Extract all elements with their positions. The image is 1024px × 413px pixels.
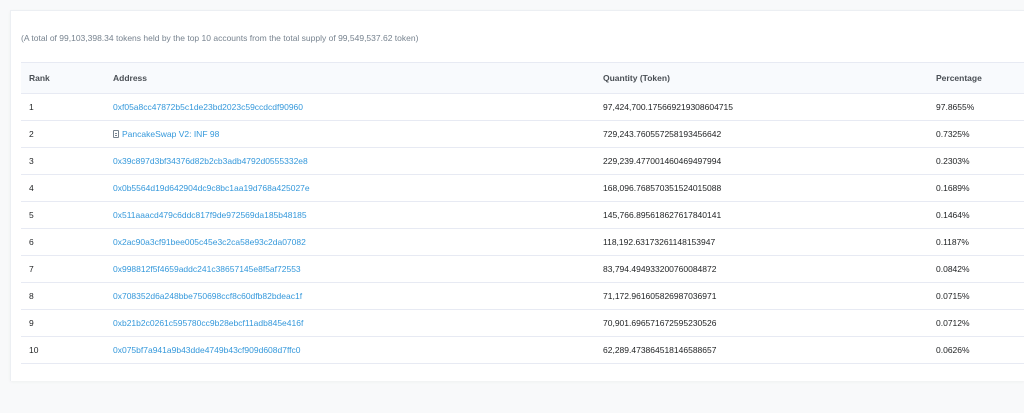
address-cell: 0x998812f5f4659addc241c38657145e8f5af725… xyxy=(113,255,603,283)
percentage-cell: 0.1464% xyxy=(936,201,1024,229)
table-body: 1 0xf05a8cc47872b5c1de23bd2023c59ccdcdf90… xyxy=(21,93,1024,364)
percentage-cell: 0.0715% xyxy=(936,282,1024,310)
table-row: 7 0x998812f5f4659addc241c38657145e8f5af72… xyxy=(21,255,1024,283)
table-row: 2 PancakeSwap V2: INF 98 729,243.760557258… xyxy=(21,120,1024,148)
rank-column-header: Rank xyxy=(21,62,113,94)
address-cell: 0x511aaacd479c6ddc817f9de972569da185b481… xyxy=(113,201,603,229)
holder-address-link[interactable]: 0x075bf7a941a9b43dde4749b43cf909d608d7ff… xyxy=(113,345,301,355)
header-row: Rank Address Quantity (Token) Percentage xyxy=(21,62,1024,94)
percentage-cell: 0.7325% xyxy=(936,120,1024,148)
quantity-cell: 145,766.895618627617840141 xyxy=(603,201,936,229)
percentage-cell: 97.8655% xyxy=(936,93,1024,121)
holder-address-link[interactable]: 0x0b5564d19d642904dc9c8bc1aa19d768a42502… xyxy=(113,183,310,193)
quantity-cell: 70,901.696571672595230526 xyxy=(603,309,936,337)
quantity-cell: 229,239.477001460469497994 xyxy=(603,147,936,175)
rank-cell: 7 xyxy=(21,255,113,283)
address-cell: 0x708352d6a248bbe750698ccf8c60dfb82bdeac… xyxy=(113,282,603,310)
address-cell: 0x0b5564d19d642904dc9c8bc1aa19d768a42502… xyxy=(113,174,603,202)
table-row: 10 0x075bf7a941a9b43dde4749b43cf909d608d7… xyxy=(21,336,1024,364)
holder-address-link[interactable]: 0x39c897d3bf34376d82b2cb3adb4792d0555332… xyxy=(113,156,308,166)
quantity-cell: 71,172.961605826987036971 xyxy=(603,282,936,310)
rank-cell: 1 xyxy=(21,93,113,121)
token-holders-card: (A total of 99,103,398.34 tokens held by… xyxy=(10,10,1024,381)
percentage-cell: 0.2303% xyxy=(936,147,1024,175)
holder-address-link[interactable]: 0xf05a8cc47872b5c1de23bd2023c59ccdcdf909… xyxy=(113,102,303,112)
percentage-cell: 0.0712% xyxy=(936,309,1024,337)
quantity-cell: 97,424,700.175669219308604715 xyxy=(603,93,936,121)
holder-address-link[interactable]: 0x998812f5f4659addc241c38657145e8f5af725… xyxy=(113,264,301,274)
holder-address-link[interactable]: 0x511aaacd479c6ddc817f9de972569da185b481… xyxy=(113,210,307,220)
quantity-cell: 168,096.768570351524015088 xyxy=(603,174,936,202)
rank-cell: 8 xyxy=(21,282,113,310)
table-header: Rank Address Quantity (Token) Percentage xyxy=(21,62,1024,94)
rank-cell: 10 xyxy=(21,336,113,364)
rank-cell: 6 xyxy=(21,228,113,256)
address-cell: 0x2ac90a3cf91bee005c45e3c2ca58e93c2da070… xyxy=(113,228,603,256)
table-row: 5 0x511aaacd479c6ddc817f9de972569da185b48… xyxy=(21,201,1024,229)
address-cell: 0xf05a8cc47872b5c1de23bd2023c59ccdcdf909… xyxy=(113,93,603,121)
table-row: 8 0x708352d6a248bbe750698ccf8c60dfb82bdea… xyxy=(21,282,1024,310)
holder-address-link[interactable]: PancakeSwap V2: INF 98 xyxy=(122,129,219,139)
table-row: 1 0xf05a8cc47872b5c1de23bd2023c59ccdcdf90… xyxy=(21,93,1024,121)
holder-address-link[interactable]: 0xb21b2c0261c595780cc9b28ebcf11adb845e41… xyxy=(113,318,303,328)
rank-cell: 5 xyxy=(21,201,113,229)
rank-cell: 3 xyxy=(21,147,113,175)
table-row: 4 0x0b5564d19d642904dc9c8bc1aa19d768a4250… xyxy=(21,174,1024,202)
quantity-column-header: Quantity (Token) xyxy=(603,62,936,94)
percentage-cell: 0.1187% xyxy=(936,228,1024,256)
rank-cell: 9 xyxy=(21,309,113,337)
percentage-cell: 0.0626% xyxy=(936,336,1024,364)
quantity-cell: 62,289.473864518146588657 xyxy=(603,336,936,364)
address-cell: PancakeSwap V2: INF 98 xyxy=(113,120,603,148)
holder-address-link[interactable]: 0x708352d6a248bbe750698ccf8c60dfb82bdeac… xyxy=(113,291,302,301)
table-row: 6 0x2ac90a3cf91bee005c45e3c2ca58e93c2da07… xyxy=(21,228,1024,256)
percentage-cell: 0.1689% xyxy=(936,174,1024,202)
quantity-cell: 729,243.760557258193456642 xyxy=(603,120,936,148)
quantity-cell: 83,794.494933200760084872 xyxy=(603,255,936,283)
contract-file-icon xyxy=(113,130,119,138)
holders-table: Rank Address Quantity (Token) Percentage… xyxy=(21,62,1024,364)
quantity-cell: 118,192.63173261148153947 xyxy=(603,228,936,256)
address-cell: 0x075bf7a941a9b43dde4749b43cf909d608d7ff… xyxy=(113,336,603,364)
holder-address-link[interactable]: 0x2ac90a3cf91bee005c45e3c2ca58e93c2da070… xyxy=(113,237,306,247)
table-row: 9 0xb21b2c0261c595780cc9b28ebcf11adb845e4… xyxy=(21,309,1024,337)
percentage-cell: 0.0842% xyxy=(936,255,1024,283)
rank-cell: 4 xyxy=(21,174,113,202)
address-column-header: Address xyxy=(113,62,603,94)
address-cell: 0xb21b2c0261c595780cc9b28ebcf11adb845e41… xyxy=(113,309,603,337)
table-row: 3 0x39c897d3bf34376d82b2cb3adb4792d055533… xyxy=(21,147,1024,175)
percentage-column-header: Percentage xyxy=(936,62,1024,94)
address-cell: 0x39c897d3bf34376d82b2cb3adb4792d0555332… xyxy=(113,147,603,175)
holders-summary: (A total of 99,103,398.34 tokens held by… xyxy=(21,33,419,43)
rank-cell: 2 xyxy=(21,120,113,148)
